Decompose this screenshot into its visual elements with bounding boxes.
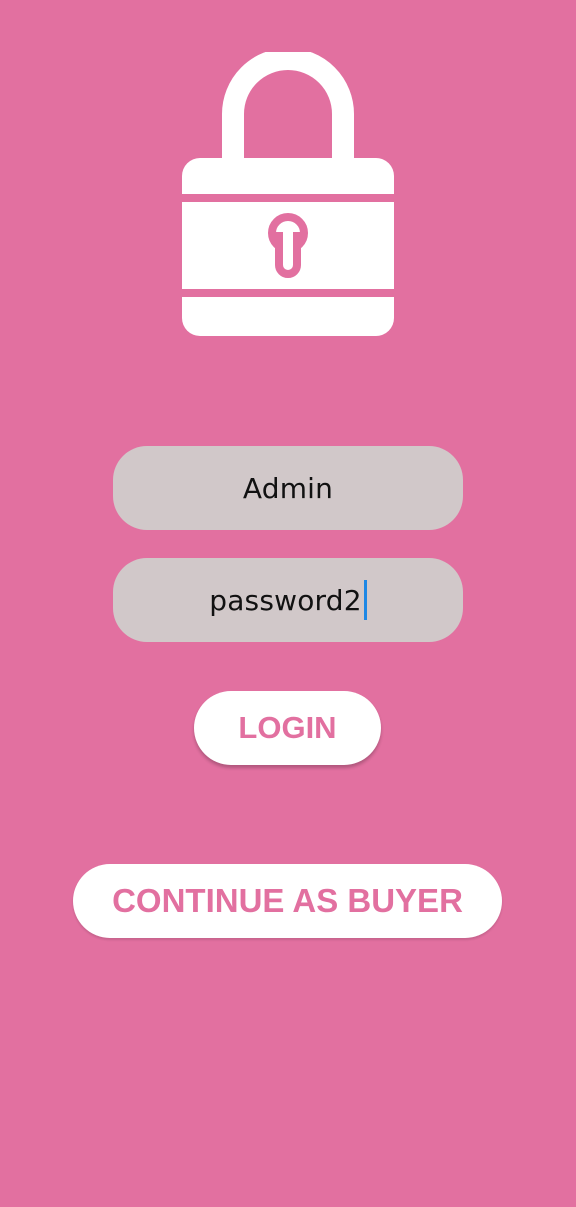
continue-as-buyer-button[interactable]: CONTINUE AS BUYER bbox=[73, 864, 502, 938]
text-cursor bbox=[363, 580, 367, 620]
username-value: Admin bbox=[242, 471, 334, 505]
password-value: password2 bbox=[209, 583, 362, 617]
login-button[interactable]: LOGIN bbox=[194, 691, 381, 765]
username-field[interactable]: Admin bbox=[113, 446, 463, 530]
padlock-icon bbox=[182, 48, 394, 336]
password-field[interactable]: password2 bbox=[113, 558, 463, 642]
login-screen: Admin password2 LOGIN CONTINUE AS BUYER bbox=[0, 0, 576, 1207]
